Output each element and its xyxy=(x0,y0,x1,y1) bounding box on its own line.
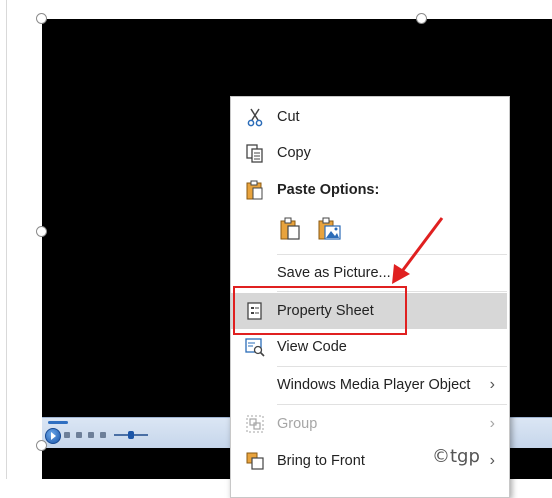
menu-item-cut[interactable]: Cut xyxy=(231,99,507,135)
group-icon xyxy=(246,415,264,433)
menu-item-label: Windows Media Player Object xyxy=(277,377,471,393)
chevron-right-icon: › xyxy=(489,415,495,432)
previous-icon[interactable] xyxy=(76,432,82,438)
resize-handle-bottom-left[interactable] xyxy=(36,440,47,451)
annotation-arrow-icon xyxy=(392,217,444,284)
menu-item-label: Cut xyxy=(277,109,300,125)
chevron-right-icon: › xyxy=(489,376,495,393)
paste-as-picture-icon[interactable] xyxy=(317,217,343,241)
paste-options-label: Paste Options: xyxy=(277,182,380,198)
volume-icon[interactable] xyxy=(100,432,106,438)
menu-item-label: Group xyxy=(277,416,318,432)
menu-item-label: Copy xyxy=(277,145,311,161)
menu-item-label: View Code xyxy=(277,339,347,355)
menu-item-label: Bring to Front xyxy=(277,453,365,469)
resize-handle-middle-left[interactable] xyxy=(36,226,47,237)
stop-icon[interactable] xyxy=(64,432,70,438)
menu-item-group[interactable]: Group › xyxy=(231,406,507,442)
resize-handle-top-left[interactable] xyxy=(36,13,47,24)
play-icon[interactable] xyxy=(45,428,61,444)
menu-item-label: Save as Picture... xyxy=(277,265,391,281)
bring-to-front-icon xyxy=(246,452,264,470)
slide-edge xyxy=(6,0,7,479)
next-icon[interactable] xyxy=(88,432,94,438)
menu-item-wmp-object[interactable]: Windows Media Player Object › xyxy=(231,367,507,403)
paste-keep-format-icon[interactable] xyxy=(279,217,303,241)
menu-item-paste-options: Paste Options: xyxy=(231,172,507,208)
watermark: ©tgp xyxy=(432,446,480,467)
menu-item-copy[interactable]: Copy xyxy=(231,135,507,171)
copy-icon xyxy=(246,144,263,163)
menu-separator xyxy=(277,404,507,405)
annotation-highlight-box xyxy=(233,286,407,335)
seek-bar[interactable] xyxy=(48,421,68,424)
view-code-icon xyxy=(245,338,265,357)
chevron-right-icon: › xyxy=(489,452,495,469)
clipboard-icon xyxy=(246,180,263,200)
volume-knob[interactable] xyxy=(128,431,134,439)
scissors-icon xyxy=(247,108,263,127)
resize-handle-top-middle[interactable] xyxy=(416,13,427,24)
